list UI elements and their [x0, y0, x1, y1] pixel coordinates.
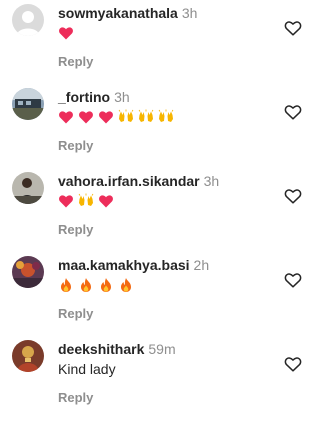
- default-avatar-icon: [12, 4, 44, 36]
- reply-button[interactable]: Reply: [58, 390, 93, 406]
- raising-hands-emoji-icon: [118, 109, 134, 125]
- username[interactable]: _fortino: [58, 89, 110, 105]
- comment-header: deekshithark 59m: [58, 340, 176, 358]
- heart-emoji-icon: [58, 193, 74, 209]
- avatar[interactable]: [12, 88, 44, 120]
- reply-button[interactable]: Reply: [58, 138, 93, 154]
- comment-item: sowmyakanathala 3h Reply: [0, 4, 314, 88]
- username[interactable]: deekshithark: [58, 341, 144, 357]
- comment-header: maa.kamakhya.basi 2h: [58, 256, 209, 274]
- comment-text: [58, 192, 118, 210]
- profile-photo-icon: [12, 172, 44, 204]
- timestamp[interactable]: 3h: [182, 5, 198, 21]
- like-heart-icon[interactable]: [284, 272, 302, 288]
- like-heart-icon[interactable]: [284, 20, 302, 36]
- like-heart-icon[interactable]: [284, 356, 302, 372]
- fire-emoji-icon: [118, 277, 134, 293]
- fire-emoji-icon: [98, 277, 114, 293]
- heart-emoji-icon: [98, 109, 114, 125]
- heart-emoji-icon: [98, 193, 114, 209]
- comment-item: maa.kamakhya.basi 2h Reply: [0, 256, 314, 340]
- comment-header: _fortino 3h: [58, 88, 130, 106]
- profile-photo-icon: [12, 88, 44, 120]
- username[interactable]: maa.kamakhya.basi: [58, 257, 190, 273]
- comment-text: [58, 24, 78, 42]
- username[interactable]: vahora.irfan.sikandar: [58, 173, 200, 189]
- timestamp[interactable]: 3h: [204, 173, 220, 189]
- fire-emoji-icon: [58, 277, 74, 293]
- comment-header: sowmyakanathala 3h: [58, 4, 197, 22]
- timestamp[interactable]: 2h: [194, 257, 210, 273]
- timestamp[interactable]: 59m: [148, 341, 175, 357]
- like-heart-icon[interactable]: [284, 104, 302, 120]
- heart-emoji-icon: [58, 25, 74, 41]
- comment-text: Kind lady: [58, 361, 116, 377]
- comment-item: deekshithark 59m Kind lady Reply: [0, 340, 314, 424]
- reply-button[interactable]: Reply: [58, 222, 93, 238]
- comment-text: [58, 276, 138, 294]
- avatar[interactable]: [12, 340, 44, 372]
- avatar[interactable]: [12, 256, 44, 288]
- raising-hands-emoji-icon: [138, 109, 154, 125]
- profile-photo-icon: [12, 256, 44, 288]
- heart-emoji-icon: [78, 109, 94, 125]
- profile-photo-icon: [12, 340, 44, 372]
- avatar[interactable]: [12, 172, 44, 204]
- timestamp[interactable]: 3h: [114, 89, 130, 105]
- comment-text: [58, 108, 178, 126]
- raising-hands-emoji-icon: [158, 109, 174, 125]
- heart-emoji-icon: [58, 109, 74, 125]
- like-heart-icon[interactable]: [284, 188, 302, 204]
- fire-emoji-icon: [78, 277, 94, 293]
- comment-header: vahora.irfan.sikandar 3h: [58, 172, 219, 190]
- avatar[interactable]: [12, 4, 44, 36]
- reply-button[interactable]: Reply: [58, 54, 93, 70]
- username[interactable]: sowmyakanathala: [58, 5, 178, 21]
- comment-item: _fortino 3h Reply: [0, 88, 314, 172]
- comment-item: vahora.irfan.sikandar 3h Reply: [0, 172, 314, 256]
- raising-hands-emoji-icon: [78, 193, 94, 209]
- reply-button[interactable]: Reply: [58, 306, 93, 322]
